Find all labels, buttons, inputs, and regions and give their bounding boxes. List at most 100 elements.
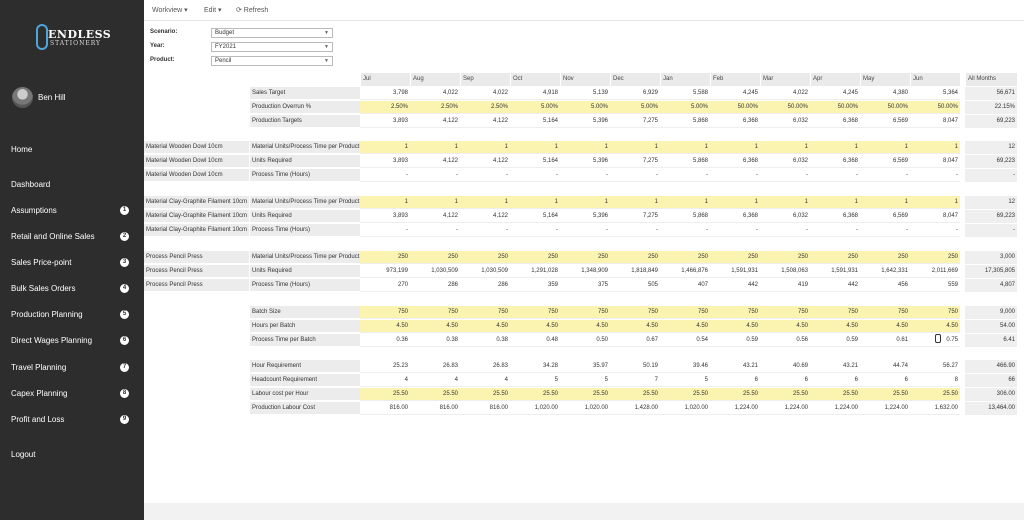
sidebar-item-home[interactable]: Home — [0, 143, 144, 157]
data-cell[interactable]: 1 — [860, 196, 910, 209]
sidebar-item-capex-planning[interactable]: Capex Planning 8 — [0, 387, 144, 401]
edit-menu[interactable]: Edit ▾ — [204, 6, 222, 14]
data-cell[interactable]: 50.00% — [760, 101, 810, 114]
data-cell[interactable]: 25.50 — [760, 388, 810, 401]
data-cell[interactable]: 25.50 — [910, 388, 960, 401]
sidebar-item-logout[interactable]: Logout — [0, 448, 144, 462]
data-cell[interactable]: 1 — [910, 196, 960, 209]
data-cell[interactable]: 25.50 — [610, 388, 660, 401]
sidebar-item-travel-planning[interactable]: Travel Planning 7 — [0, 361, 144, 375]
sidebar-item-sales-price-point[interactable]: Sales Price-point 3 — [0, 256, 144, 270]
data-cell[interactable]: 4.50 — [710, 320, 760, 333]
data-cell[interactable]: 4.50 — [660, 320, 710, 333]
data-cell[interactable]: 25.50 — [410, 388, 460, 401]
data-cell[interactable]: 250 — [660, 251, 710, 264]
data-cell[interactable]: 4.50 — [510, 320, 560, 333]
data-cell[interactable]: 1 — [810, 196, 860, 209]
data-cell[interactable]: 1 — [610, 196, 660, 209]
data-cell[interactable]: 750 — [910, 306, 960, 319]
data-cell[interactable]: 250 — [710, 251, 760, 264]
data-cell[interactable]: 1 — [460, 141, 510, 154]
data-cell[interactable]: 2.50% — [460, 101, 510, 114]
data-cell[interactable]: 1 — [610, 141, 660, 154]
data-cell[interactable]: 1 — [410, 196, 460, 209]
data-cell[interactable]: 750 — [710, 306, 760, 319]
data-cell[interactable]: 50.00% — [710, 101, 760, 114]
data-cell[interactable]: 50.00% — [810, 101, 860, 114]
data-cell[interactable]: 4.50 — [360, 320, 410, 333]
data-cell[interactable]: 1 — [910, 141, 960, 154]
data-cell[interactable]: 250 — [410, 251, 460, 264]
data-cell[interactable]: 4.50 — [810, 320, 860, 333]
sidebar-item-direct-wages-planning[interactable]: Direct Wages Planning 6 — [0, 334, 144, 348]
data-cell[interactable]: 250 — [560, 251, 610, 264]
data-cell[interactable]: 1 — [410, 141, 460, 154]
data-cell[interactable]: 5.00% — [560, 101, 610, 114]
data-cell[interactable]: 750 — [810, 306, 860, 319]
data-cell[interactable]: 250 — [610, 251, 660, 264]
data-cell[interactable]: 2.50% — [410, 101, 460, 114]
data-cell[interactable]: 1 — [510, 196, 560, 209]
data-cell[interactable]: 25.50 — [710, 388, 760, 401]
data-cell[interactable]: 250 — [860, 251, 910, 264]
data-cell[interactable]: 750 — [410, 306, 460, 319]
filter-select-scenario[interactable]: Budget ▼ — [211, 28, 333, 38]
data-cell[interactable]: 1 — [460, 196, 510, 209]
data-cell[interactable]: 1 — [360, 196, 410, 209]
data-cell[interactable]: 1 — [510, 141, 560, 154]
data-cell[interactable]: 250 — [760, 251, 810, 264]
data-cell[interactable]: 750 — [460, 306, 510, 319]
data-cell[interactable]: 25.50 — [660, 388, 710, 401]
data-cell[interactable]: 25.50 — [510, 388, 560, 401]
data-cell[interactable]: 50.00% — [860, 101, 910, 114]
data-cell[interactable]: 1 — [860, 141, 910, 154]
data-cell[interactable]: 750 — [610, 306, 660, 319]
data-cell[interactable]: 750 — [760, 306, 810, 319]
user-name[interactable]: Ben Hill — [38, 93, 66, 102]
data-cell[interactable]: 5.00% — [610, 101, 660, 114]
avatar[interactable] — [12, 87, 33, 108]
sidebar-item-bulk-sales-orders[interactable]: Bulk Sales Orders 4 — [0, 282, 144, 296]
data-cell[interactable]: 1 — [760, 196, 810, 209]
data-cell[interactable]: 25.50 — [860, 388, 910, 401]
data-cell[interactable]: 4.50 — [760, 320, 810, 333]
sidebar-item-retail-and-online-sales[interactable]: Retail and Online Sales 2 — [0, 230, 144, 244]
data-cell[interactable]: 750 — [510, 306, 560, 319]
data-cell[interactable]: 250 — [810, 251, 860, 264]
data-cell[interactable]: 1 — [360, 141, 410, 154]
sidebar-item-production-planning[interactable]: Production Planning 5 — [0, 308, 144, 322]
data-cell[interactable]: 750 — [560, 306, 610, 319]
sidebar-item-assumptions[interactable]: Assumptions 1 — [0, 204, 144, 218]
data-cell[interactable]: 750 — [860, 306, 910, 319]
data-cell[interactable]: 1 — [660, 196, 710, 209]
data-cell[interactable]: 1 — [760, 141, 810, 154]
data-cell[interactable]: 25.50 — [360, 388, 410, 401]
data-cell[interactable]: 750 — [660, 306, 710, 319]
data-cell[interactable]: 1 — [560, 196, 610, 209]
filter-select-year[interactable]: FY2021 ▼ — [211, 42, 333, 52]
data-cell[interactable]: 250 — [460, 251, 510, 264]
data-cell[interactable]: 1 — [710, 196, 760, 209]
data-cell[interactable]: 4.50 — [410, 320, 460, 333]
data-cell[interactable]: 50.00% — [910, 101, 960, 114]
refresh-button[interactable]: ⟳ Refresh — [236, 6, 268, 14]
data-cell[interactable]: 1 — [710, 141, 760, 154]
data-cell[interactable]: 250 — [910, 251, 960, 264]
sidebar-item-profit-and-loss[interactable]: Profit and Loss 9 — [0, 413, 144, 427]
data-cell[interactable]: 4.50 — [860, 320, 910, 333]
workview-menu[interactable]: Workview ▾ — [152, 6, 188, 14]
data-cell[interactable]: 5.00% — [660, 101, 710, 114]
data-cell[interactable]: 1 — [560, 141, 610, 154]
data-cell[interactable]: 1 — [660, 141, 710, 154]
sidebar-item-dashboard[interactable]: Dashboard — [0, 178, 144, 192]
data-cell[interactable]: 1 — [810, 141, 860, 154]
data-cell[interactable]: 4.50 — [610, 320, 660, 333]
data-cell[interactable]: 750 — [360, 306, 410, 319]
filter-select-product[interactable]: Pencil ▼ — [211, 56, 333, 66]
data-cell[interactable]: 25.50 — [460, 388, 510, 401]
data-cell[interactable]: 25.50 — [810, 388, 860, 401]
data-cell[interactable]: 4.50 — [460, 320, 510, 333]
data-cell[interactable]: 25.50 — [560, 388, 610, 401]
data-cell[interactable]: 5.00% — [510, 101, 560, 114]
data-cell[interactable]: 2.50% — [360, 101, 410, 114]
